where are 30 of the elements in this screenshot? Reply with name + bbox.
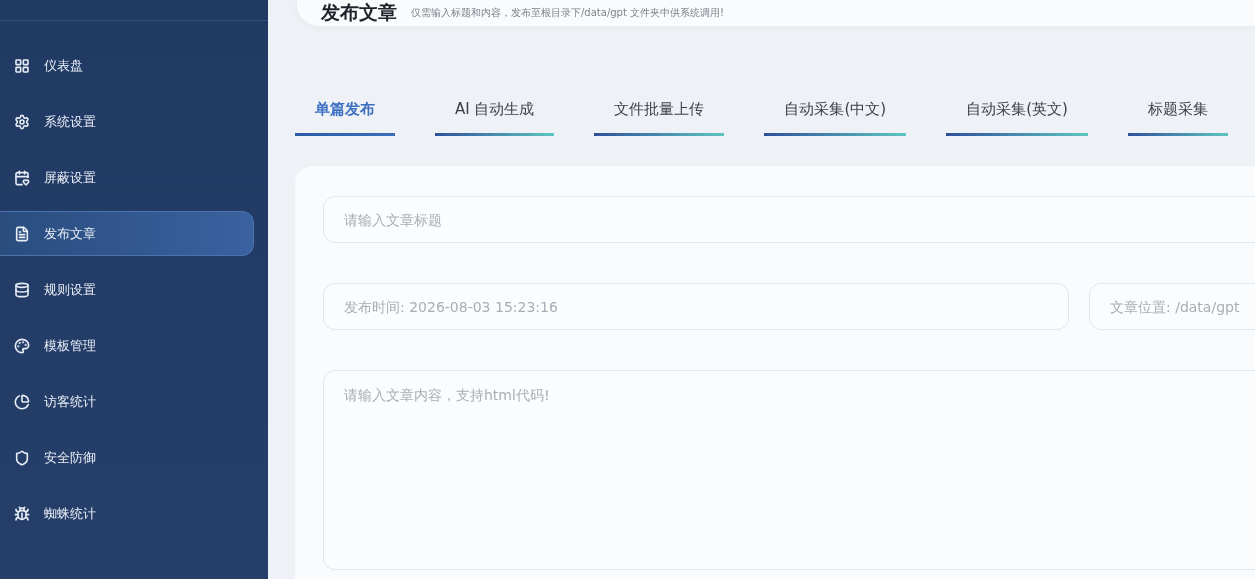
bug-icon (14, 505, 30, 522)
sidebar-item[interactable]: 发布文章 (0, 211, 254, 256)
page-subtitle: 仅需输入标题和内容，发布至根目录下/data/gpt 文件夹中供系统调用! (411, 6, 725, 20)
sidebar-item[interactable]: 规则设置 (0, 267, 254, 312)
tab[interactable]: AI 自动生成 (435, 88, 555, 136)
tab[interactable]: 文件批量上传 (594, 88, 725, 136)
sidebar-item[interactable]: 蜘蛛统计 (0, 491, 254, 536)
grid-icon (14, 57, 30, 74)
calendar-icon (14, 169, 30, 186)
sidebar-item[interactable]: 屏蔽设置 (0, 155, 254, 200)
pie-chart-icon (14, 393, 30, 410)
shield-icon (14, 449, 30, 466)
title-field[interactable]: 请输入文章标题 (323, 196, 1255, 243)
settings-icon (14, 113, 30, 130)
publish-time-field[interactable]: 发布时间: 2026-08-03 15:23:16 (323, 283, 1069, 330)
content-field[interactable]: 请输入文章内容，支持html代码! (323, 370, 1255, 570)
page-title: 发布文章 (321, 0, 397, 25)
document-icon (14, 225, 30, 242)
tab[interactable]: 自动采集(英文) (946, 88, 1088, 136)
sidebar-item[interactable]: 系统设置 (0, 99, 254, 144)
database-icon (14, 281, 30, 298)
tab[interactable]: 标题采集 (1127, 88, 1228, 136)
tab[interactable]: 单篇发布 (295, 88, 395, 136)
sidebar-item[interactable]: 安全防御 (0, 435, 254, 480)
sidebar-item[interactable]: 访客统计 (0, 379, 254, 424)
palette-icon (14, 337, 30, 354)
location-field[interactable]: 文章位置: /data/gpt (1089, 283, 1255, 330)
sidebar-item[interactable]: 仪表盘 (0, 43, 254, 88)
sidebar-item[interactable]: 模板管理 (0, 323, 254, 368)
tab[interactable]: 自动采集(中文) (764, 88, 907, 136)
